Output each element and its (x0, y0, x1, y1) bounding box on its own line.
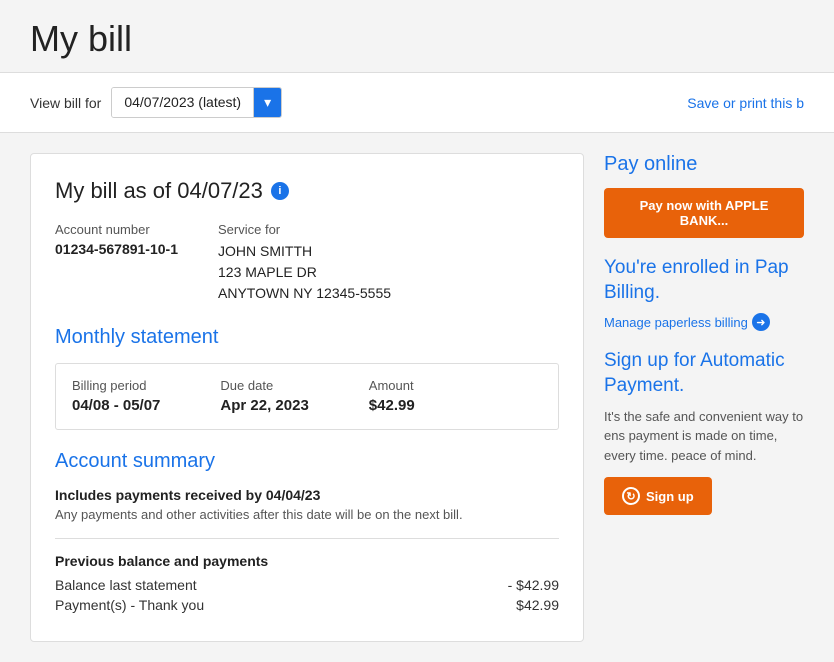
signup-title: Sign up for Automatic Payment. (604, 349, 804, 398)
enrolled-title: You're enrolled in Pap Billing. (604, 256, 804, 305)
service-for-label: Service for (218, 222, 391, 237)
arrow-circle-icon: ➜ (752, 313, 770, 331)
billing-period-label: Billing period (72, 378, 160, 393)
refresh-icon: ↻ (622, 487, 640, 505)
account-info-row: Account number 01234-567891-10-1 Service… (55, 222, 559, 304)
signup-desc: It's the safe and convenient way to ens … (604, 407, 804, 466)
manage-paperless-text: Manage paperless billing (604, 315, 748, 330)
amount-value: $42.99 (369, 397, 415, 414)
balance-last-row: Balance last statement - $42.99 (55, 577, 559, 593)
statement-table: Billing period 04/08 - 05/07 Due date Ap… (55, 363, 559, 430)
page-header: My bill (0, 0, 834, 72)
date-dropdown-button[interactable]: ▾ (254, 88, 281, 117)
date-value: 04/07/2023 (latest) (112, 88, 254, 117)
view-bill-label: View bill for (30, 95, 101, 111)
pay-now-button[interactable]: Pay now with APPLE BANK... (604, 188, 804, 238)
monthly-statement-title: Monthly statement (55, 326, 559, 349)
service-address2: ANYTOWN NY 12345-5555 (218, 283, 391, 304)
service-name: JOHN SMITTH (218, 241, 391, 262)
balance-last-label: Balance last statement (55, 577, 197, 593)
payment-value: $42.99 (516, 597, 559, 613)
summary-includes-text: Includes payments received by 04/04/23 (55, 487, 559, 503)
signup-button[interactable]: ↻ Sign up (604, 477, 712, 515)
date-selector[interactable]: 04/07/2023 (latest) ▾ (111, 87, 282, 118)
manage-paperless-link[interactable]: Manage paperless billing ➜ (604, 313, 804, 331)
amount-col: Amount $42.99 (369, 378, 415, 415)
account-summary-title: Account summary (55, 450, 559, 473)
bill-as-of-heading: My bill as of 04/07/23 i (55, 178, 559, 204)
due-date-col: Due date Apr 22, 2023 (220, 378, 308, 415)
save-print-link[interactable]: Save or print this b (687, 95, 804, 111)
due-date-value: Apr 22, 2023 (220, 397, 308, 414)
service-address1: 123 MAPLE DR (218, 262, 391, 283)
payment-row: Payment(s) - Thank you $42.99 (55, 597, 559, 613)
billing-period-col: Billing period 04/08 - 05/07 (72, 378, 160, 415)
info-icon[interactable]: i (271, 182, 289, 200)
view-bill-bar: View bill for 04/07/2023 (latest) ▾ Save… (0, 72, 834, 133)
bill-card: My bill as of 04/07/23 i Account number … (30, 153, 584, 642)
signup-button-label: Sign up (646, 489, 694, 504)
amount-label: Amount (369, 378, 415, 393)
account-number-value: 01234-567891-10-1 (55, 241, 178, 257)
billing-period-value: 04/08 - 05/07 (72, 397, 160, 414)
account-summary-section: Account summary Includes payments receiv… (55, 450, 559, 613)
view-bill-left: View bill for 04/07/2023 (latest) ▾ (30, 87, 282, 118)
pay-online-title: Pay online (604, 153, 804, 176)
summary-note: Any payments and other activities after … (55, 507, 559, 522)
payment-label: Payment(s) - Thank you (55, 597, 204, 613)
bill-as-of-text: My bill as of 04/07/23 (55, 178, 263, 204)
main-content: My bill as of 04/07/23 i Account number … (0, 133, 834, 662)
right-sidebar: Pay online Pay now with APPLE BANK... Yo… (604, 153, 804, 642)
summary-divider (55, 538, 559, 539)
due-date-label: Due date (220, 378, 308, 393)
account-number-label: Account number (55, 222, 178, 237)
balance-last-value: - $42.99 (508, 577, 559, 593)
account-number-block: Account number 01234-567891-10-1 (55, 222, 178, 304)
page-title: My bill (30, 18, 804, 60)
service-for-block: Service for JOHN SMITTH 123 MAPLE DR ANY… (218, 222, 391, 304)
prev-balance-title: Previous balance and payments (55, 553, 559, 569)
